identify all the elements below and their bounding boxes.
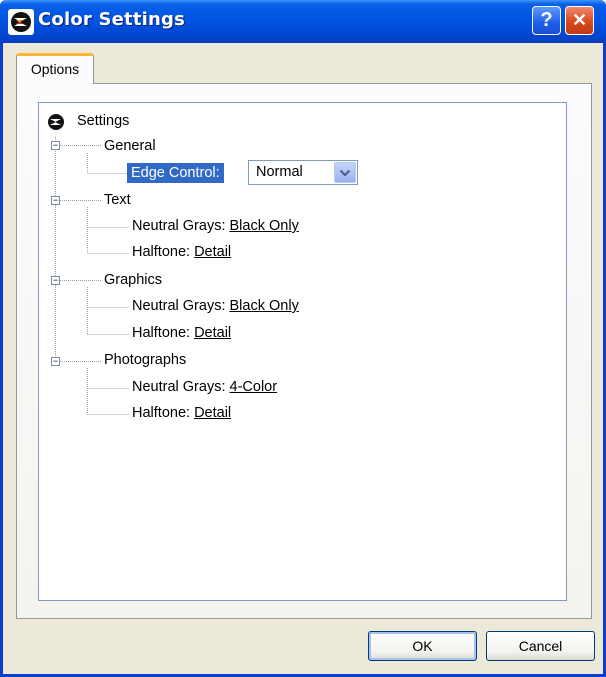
minus-icon[interactable]: − (51, 196, 60, 205)
window-title: Color Settings (38, 9, 186, 30)
tree-node-photographs[interactable]: Photographs (104, 352, 186, 368)
ok-button[interactable]: OK (368, 631, 477, 661)
title-bar[interactable]: Color Settings ? ✕ (0, 0, 606, 43)
text-halftone[interactable]: Halftone: Detail (132, 244, 231, 260)
minus-icon[interactable]: − (51, 276, 60, 285)
tab-options[interactable]: Options (16, 53, 94, 84)
photographs-neutral-grays[interactable]: Neutral Grays: 4-Color (132, 379, 277, 395)
text-neutral-grays[interactable]: Neutral Grays: Black Only (132, 218, 299, 234)
halftone-label: Halftone: (132, 405, 191, 421)
options-panel: Settings − General Edge Control: Normal … (16, 83, 592, 619)
neutral-grays-label: Neutral Grays: (132, 218, 226, 234)
graphics-halftone[interactable]: Halftone: Detail (132, 325, 231, 341)
minus-icon[interactable]: − (51, 141, 60, 150)
neutral-grays-label: Neutral Grays: (132, 298, 226, 314)
cancel-button[interactable]: Cancel (486, 631, 595, 661)
photographs-halftone[interactable]: Halftone: Detail (132, 405, 231, 421)
graphics-neutral-grays[interactable]: Neutral Grays: Black Only (132, 298, 299, 314)
edge-control-value: Normal (256, 164, 303, 180)
settings-tree[interactable]: Settings − General Edge Control: Normal … (38, 102, 567, 601)
help-icon: ? (540, 9, 553, 31)
tree-root-settings: Settings (77, 113, 130, 129)
help-button[interactable]: ? (532, 6, 561, 35)
close-icon: ✕ (571, 10, 588, 30)
halftone-value[interactable]: Detail (194, 325, 231, 341)
hp-logo-icon (8, 9, 34, 35)
halftone-label: Halftone: (132, 325, 191, 341)
halftone-value[interactable]: Detail (194, 244, 231, 260)
neutral-grays-value[interactable]: Black Only (230, 218, 299, 234)
edge-control-label[interactable]: Edge Control: (127, 163, 224, 183)
tree-node-general[interactable]: General (104, 138, 156, 154)
chevron-down-icon[interactable] (334, 162, 356, 183)
neutral-grays-value[interactable]: 4-Color (230, 379, 278, 395)
neutral-grays-label: Neutral Grays: (132, 379, 226, 395)
minus-icon[interactable]: − (51, 357, 60, 366)
hp-logo-icon (48, 114, 64, 130)
color-settings-window: Color Settings ? ✕ Options Settings − Ge… (0, 0, 606, 677)
tree-node-graphics[interactable]: Graphics (104, 272, 162, 288)
edge-control-dropdown[interactable]: Normal (248, 160, 358, 185)
tab-options-label: Options (30, 61, 80, 77)
tree-node-text[interactable]: Text (104, 192, 131, 208)
neutral-grays-value[interactable]: Black Only (230, 298, 299, 314)
halftone-label: Halftone: (132, 244, 191, 260)
halftone-value[interactable]: Detail (194, 405, 231, 421)
close-button[interactable]: ✕ (565, 6, 594, 35)
